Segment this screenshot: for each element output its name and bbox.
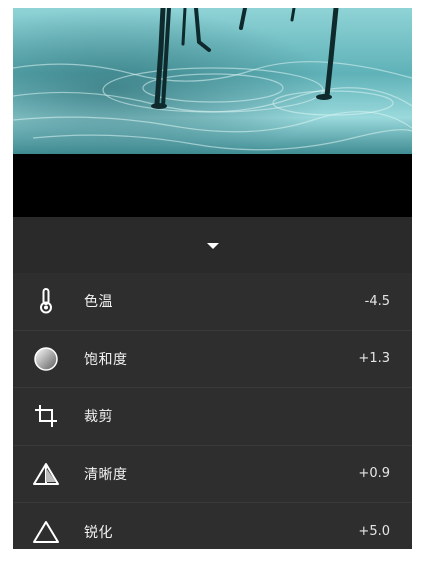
photo-preview — [13, 8, 412, 154]
adjustment-label: 清晰度 — [84, 466, 128, 483]
adjustment-list: 色温 -4.5 饱和度 +1.3 裁剪 清晰度 +0.9 锐化 +5.0 — [13, 273, 412, 549]
collapse-panel-button[interactable] — [13, 217, 412, 273]
adjustment-value: -4.5 — [364, 293, 390, 309]
adjustment-value: +0.9 — [358, 466, 390, 482]
adjustment-label: 锐化 — [84, 524, 113, 541]
adjustment-row-sharpen[interactable]: 锐化 +5.0 — [13, 503, 412, 549]
saturation-circle-icon — [30, 343, 62, 375]
chevron-down-icon — [206, 243, 219, 249]
adjustment-value: +1.3 — [358, 351, 390, 367]
adjustment-row-crop[interactable]: 裁剪 — [13, 388, 412, 446]
adjustment-value: +5.0 — [358, 524, 390, 540]
clarity-triangle-icon — [30, 458, 62, 490]
adjustment-label: 色温 — [84, 294, 113, 311]
thermometer-icon — [30, 285, 62, 317]
adjustment-row-saturation[interactable]: 饱和度 +1.3 — [13, 331, 412, 388]
adjustment-row-clarity[interactable]: 清晰度 +0.9 — [13, 446, 412, 503]
letterbox-band — [13, 154, 412, 217]
crop-icon — [30, 400, 62, 432]
sharpen-triangle-icon — [30, 516, 62, 548]
adjustment-row-temperature[interactable]: 色温 -4.5 — [13, 273, 412, 331]
adjustment-label: 裁剪 — [84, 409, 113, 426]
adjustment-label: 饱和度 — [84, 351, 128, 368]
editor-frame: 色温 -4.5 饱和度 +1.3 裁剪 清晰度 +0.9 锐化 +5.0 — [13, 8, 412, 549]
